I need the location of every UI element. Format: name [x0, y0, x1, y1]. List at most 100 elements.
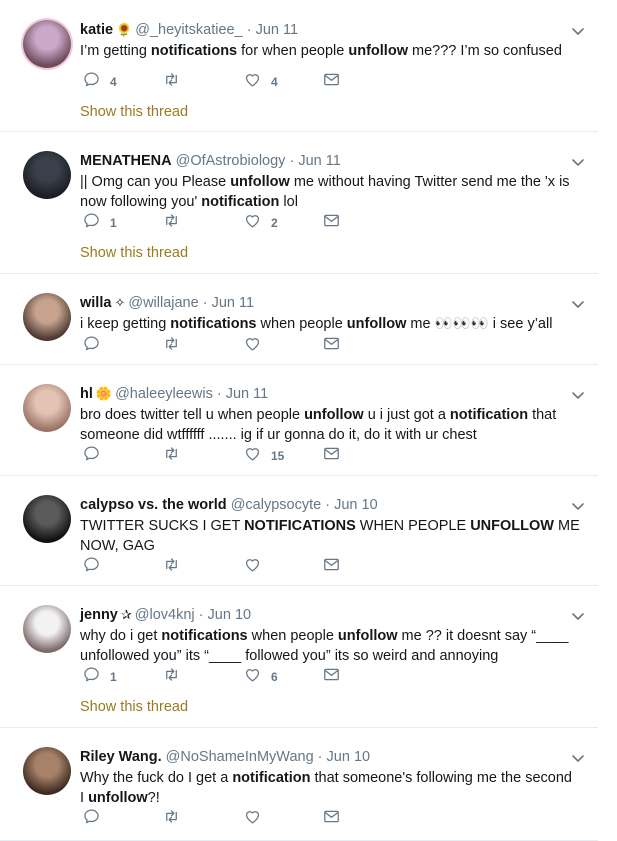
tweet-actions: 16: [80, 667, 380, 687]
chevron-down-icon[interactable]: [571, 155, 585, 169]
retweet-button[interactable]: [162, 809, 181, 829]
like-button[interactable]: [243, 557, 262, 577]
highlighted-keyword: unfollow: [337, 628, 398, 644]
separator-dot: ·: [317, 749, 323, 765]
direct-message-button[interactable]: [322, 557, 341, 577]
tweet-content: MENATHENA @OfAstrobiology · Jun 11 || Omg…: [80, 151, 586, 261]
chevron-down-icon[interactable]: [571, 609, 585, 623]
avatar[interactable]: [23, 605, 71, 653]
direct-message-button[interactable]: [322, 336, 341, 356]
highlighted-keyword: unfollow: [88, 790, 148, 806]
avatar[interactable]: [23, 20, 71, 68]
display-name[interactable]: MENATHENA: [80, 153, 172, 169]
reply-button[interactable]: 1: [82, 213, 117, 233]
chevron-down-icon[interactable]: [571, 297, 585, 311]
like-button[interactable]: 4: [243, 72, 278, 92]
highlighted-keyword: notifications: [150, 43, 238, 59]
highlighted-keyword: notification: [449, 407, 529, 423]
avatar[interactable]: [23, 747, 71, 795]
chevron-down-icon[interactable]: [571, 24, 585, 38]
reply-icon: [82, 70, 101, 94]
tweet[interactable]: MENATHENA @OfAstrobiology · Jun 11 || Omg…: [0, 131, 598, 274]
direct-message-button[interactable]: [322, 213, 341, 233]
user-handle[interactable]: @lov4knj: [135, 607, 195, 623]
direct-message-button[interactable]: [322, 72, 341, 92]
retweet-button[interactable]: [162, 667, 181, 687]
avatar[interactable]: [23, 384, 71, 432]
tweet-text-segment: WHEN PEOPLE: [355, 518, 471, 534]
tweet-text: Why the fuck do I get a notification tha…: [80, 768, 580, 808]
user-handle[interactable]: @NoShameInMyWang: [166, 749, 314, 765]
tweet[interactable]: calypso vs. the world @calypsocyte · Jun…: [0, 475, 598, 586]
like-button[interactable]: 15: [243, 446, 284, 466]
retweet-icon: [162, 807, 181, 831]
avatar[interactable]: [23, 151, 71, 199]
reply-button[interactable]: 4: [82, 72, 117, 92]
reply-button[interactable]: [82, 336, 101, 356]
tweet-feed: katie 🌻 @_heyitskatiee_ · Jun 11 I’m gettin…: [0, 0, 617, 841]
display-name[interactable]: calypso vs. the world: [80, 497, 227, 513]
tweet-text-segment: ?!: [147, 790, 160, 806]
display-name[interactable]: katie: [80, 22, 113, 38]
retweet-button[interactable]: [162, 557, 181, 577]
direct-message-button[interactable]: [322, 446, 341, 466]
retweet-button[interactable]: [162, 72, 181, 92]
user-handle[interactable]: @OfAstrobiology: [176, 153, 286, 169]
chevron-down-icon[interactable]: [571, 388, 585, 402]
separator-dot: ·: [246, 22, 252, 38]
like-button[interactable]: [243, 336, 262, 356]
display-name[interactable]: jenny: [80, 607, 118, 623]
tweet-timestamp[interactable]: Jun 11: [226, 386, 268, 402]
user-handle[interactable]: @willajane: [128, 295, 198, 311]
highlighted-keyword: NOTIFICATIONS: [244, 518, 356, 534]
retweet-icon: [162, 211, 181, 235]
tweet-header: calypso vs. the world @calypsocyte · Jun…: [80, 495, 586, 515]
like-button[interactable]: 6: [243, 667, 278, 687]
tweet-timestamp[interactable]: Jun 11: [212, 295, 254, 311]
show-thread-link[interactable]: Show this thread: [80, 243, 188, 263]
avatar[interactable]: [23, 495, 71, 543]
tweet-timestamp[interactable]: Jun 10: [327, 749, 371, 765]
show-thread-link[interactable]: Show this thread: [80, 102, 188, 122]
tweet[interactable]: jenny ✰ @lov4knj · Jun 10 why do i get noti…: [0, 585, 598, 728]
display-name[interactable]: willa: [80, 295, 111, 311]
tweet-header: Riley Wang. @NoShameInMyWang · Jun 10: [80, 747, 586, 767]
direct-message-button[interactable]: [322, 667, 341, 687]
tweet-content: katie 🌻 @_heyitskatiee_ · Jun 11 I’m gettin…: [80, 20, 586, 120]
like-button[interactable]: [243, 809, 262, 829]
retweet-button[interactable]: [162, 213, 181, 233]
highlighted-keyword: notification: [232, 770, 311, 786]
tweet-content: hl 🌼 @haleeyleewis · Jun 11 bro does twitte…: [80, 384, 586, 463]
tweet[interactable]: hl 🌼 @haleeyleewis · Jun 11 bro does twitte…: [0, 364, 598, 476]
display-name[interactable]: Riley Wang.: [80, 749, 162, 765]
heart-icon: [243, 665, 262, 689]
tweet-actions: [80, 336, 380, 356]
like-button[interactable]: 2: [243, 213, 278, 233]
name-badge-emoji: ✰: [120, 607, 132, 622]
user-handle[interactable]: @calypsocyte: [231, 497, 321, 513]
tweet-timestamp[interactable]: Jun 10: [208, 607, 252, 623]
tweet-timestamp[interactable]: Jun 11: [298, 153, 340, 169]
tweet[interactable]: katie 🌻 @_heyitskatiee_ · Jun 11 I’m gettin…: [0, 0, 598, 132]
tweet-text: i keep getting notifications when people…: [80, 314, 580, 334]
reply-count: 1: [110, 216, 117, 230]
avatar[interactable]: [23, 293, 71, 341]
reply-button[interactable]: [82, 557, 101, 577]
user-handle[interactable]: @_heyitskatiee_: [135, 22, 242, 38]
reply-button[interactable]: [82, 809, 101, 829]
tweet-timestamp[interactable]: Jun 11: [256, 22, 298, 38]
chevron-down-icon[interactable]: [571, 499, 585, 513]
reply-button[interactable]: 1: [82, 667, 117, 687]
heart-icon: [243, 444, 262, 468]
tweet-timestamp[interactable]: Jun 10: [334, 497, 378, 513]
retweet-button[interactable]: [162, 336, 181, 356]
show-thread-link[interactable]: Show this thread: [80, 697, 188, 717]
retweet-button[interactable]: [162, 446, 181, 466]
reply-button[interactable]: [82, 446, 101, 466]
user-handle[interactable]: @haleeyleewis: [115, 386, 213, 402]
direct-message-button[interactable]: [322, 809, 341, 829]
chevron-down-icon[interactable]: [571, 751, 585, 765]
tweet[interactable]: willa ✧ @willajane · Jun 11 i keep getting …: [0, 273, 598, 365]
display-name[interactable]: hl: [80, 386, 93, 402]
tweet[interactable]: Riley Wang. @NoShameInMyWang · Jun 10 Why…: [0, 727, 598, 841]
